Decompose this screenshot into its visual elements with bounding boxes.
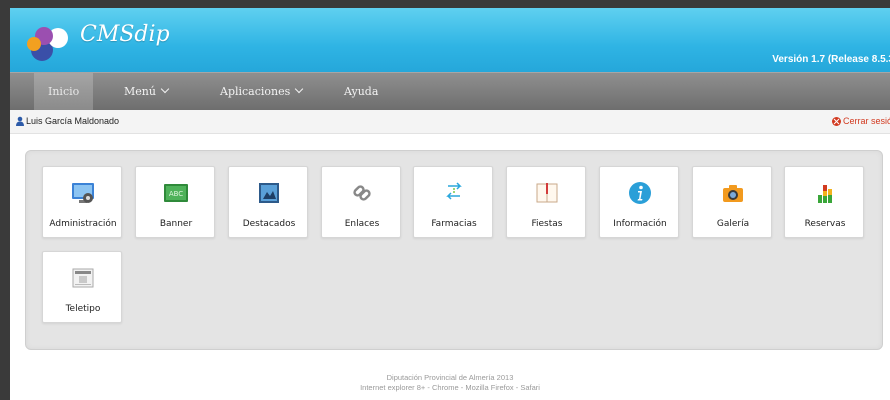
svg-text:ABC: ABC (169, 190, 183, 198)
tile-label: Farmacias (431, 219, 477, 229)
tile-administracion[interactable]: Administración (42, 166, 122, 238)
tile-label: Información (613, 219, 667, 229)
tile-label: Banner (159, 219, 193, 229)
brand-title: CMSdip (80, 22, 170, 47)
info-icon (629, 182, 651, 204)
nav-menu-label: Menú (124, 85, 156, 98)
tile-label: Enlaces (344, 219, 380, 229)
tile-label: Administración (49, 219, 117, 229)
chevron-down-icon (160, 84, 170, 94)
bars-icon (818, 185, 832, 203)
nav-ayuda-label: Ayuda (344, 85, 379, 98)
featured-icon (259, 183, 279, 203)
applications-panel: Administración ABC Banner Destacados Enl… (25, 150, 883, 350)
page-footer: Diputación Provincial de Almería 2013 In… (10, 373, 890, 393)
tile-teletipo[interactable]: Teletipo (42, 251, 122, 323)
tile-fiestas[interactable]: Fiestas (506, 166, 586, 238)
pharmacy-icon (446, 182, 462, 200)
camera-icon (723, 185, 743, 202)
window-frame-left (0, 0, 10, 400)
footer-browsers: Internet explorer 8+ - Chrome - Mozilla … (360, 383, 540, 392)
user-icon (16, 116, 24, 126)
nav-inicio-label: Inicio (48, 85, 80, 98)
tile-label: Fiestas (531, 219, 563, 229)
main-navbar: Inicio Menú Aplicaciones Ayuda (10, 72, 890, 111)
newspaper-icon (72, 268, 94, 288)
tile-label: Reservas (804, 219, 846, 229)
tile-banner[interactable]: ABC Banner (135, 166, 215, 238)
close-circle-icon (831, 116, 841, 126)
tile-label: Teletipo (65, 304, 101, 314)
cmsdip-logo-icon (27, 27, 68, 61)
tile-label: Destacados (242, 219, 296, 229)
tile-label: Galería (716, 219, 750, 229)
tile-farmacias[interactable]: Farmacias (413, 166, 493, 238)
tile-reservas[interactable]: Reservas (784, 166, 864, 238)
window-frame-top (0, 0, 890, 8)
administration-icon (72, 183, 94, 203)
nav-menu[interactable]: Menú (110, 73, 182, 111)
nav-aplicaciones[interactable]: Aplicaciones (206, 73, 316, 111)
tile-galeria[interactable]: Galería (692, 166, 772, 238)
user-name: Luis García Maldonado (26, 116, 120, 126)
logout-label: Cerrar sesió (842, 116, 890, 126)
footer-copyright: Diputación Provincial de Almería 2013 (386, 373, 514, 382)
banner-icon: ABC (164, 184, 188, 202)
tile-informacion[interactable]: Información (599, 166, 679, 238)
link-icon (353, 185, 371, 201)
version-label: Versión 1.7 (Release 8.5.3 (772, 54, 890, 65)
nav-aplicaciones-label: Aplicaciones (220, 85, 291, 98)
book-icon (536, 183, 558, 203)
tile-enlaces[interactable]: Enlaces (321, 166, 401, 238)
chevron-down-icon (295, 84, 304, 94)
app-header: CMSdip Versión 1.7 (Release 8.5.3 (10, 8, 890, 72)
user-bar: Luis García Maldonado Cerrar sesió (10, 110, 890, 134)
tile-destacados[interactable]: Destacados (228, 166, 308, 238)
nav-ayuda[interactable]: Ayuda (330, 73, 392, 111)
nav-inicio[interactable]: Inicio (34, 73, 94, 111)
logout-link[interactable]: Cerrar sesió (831, 116, 890, 126)
user-info: Luis García Maldonado (16, 116, 119, 126)
